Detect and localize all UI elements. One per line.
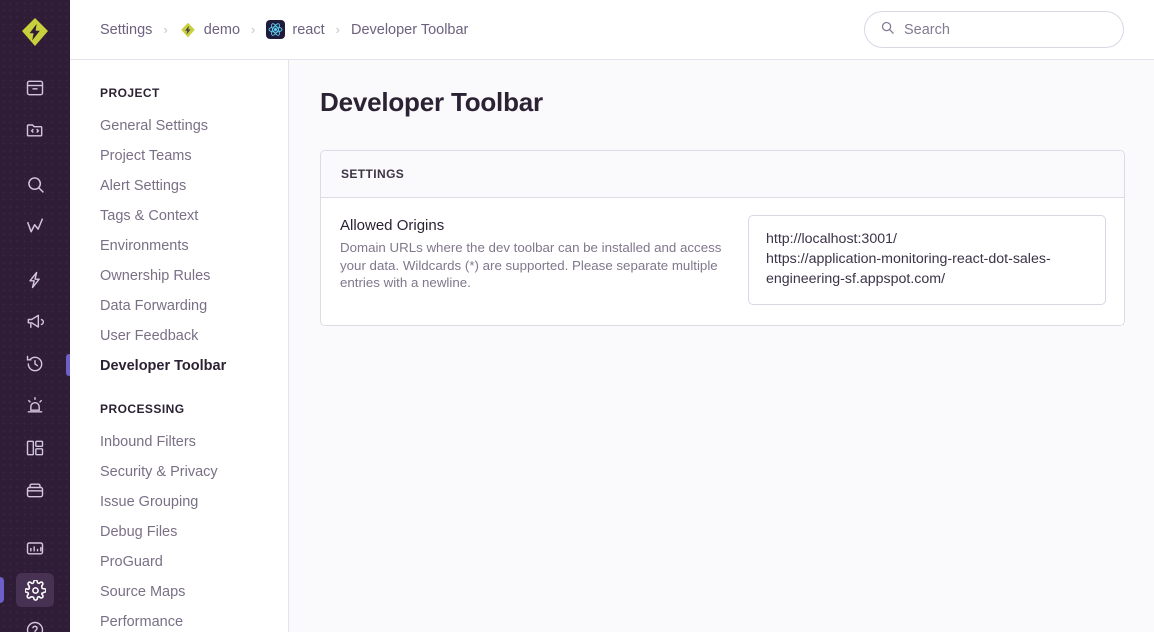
- dashboards-icon[interactable]: [16, 431, 54, 465]
- sidebar-item-environments[interactable]: Environments: [100, 231, 288, 261]
- user-feedback-megaphone-icon[interactable]: [16, 305, 54, 339]
- sidebar-item-user-feedback[interactable]: User Feedback: [100, 321, 288, 351]
- panel-header: SETTINGS: [321, 151, 1124, 198]
- top-header: Settings › demo ›: [70, 0, 1154, 60]
- search-icon: [880, 20, 895, 40]
- nav-section-project: PROJECT General Settings Project Teams A…: [100, 86, 288, 381]
- sidebar-item-security-privacy[interactable]: Security & Privacy: [100, 457, 288, 487]
- nav-section-processing: PROCESSING Inbound Filters Security & Pr…: [100, 402, 288, 632]
- settings-sidebar: PROJECT General Settings Project Teams A…: [70, 60, 289, 632]
- breadcrumb-item-project[interactable]: react: [266, 20, 324, 39]
- rail-group-primary: [16, 68, 54, 610]
- primary-nav-rail: [0, 0, 70, 632]
- search-input[interactable]: Search: [864, 11, 1124, 48]
- breadcrumb-separator: ›: [336, 22, 340, 37]
- sidebar-item-ownership-rules[interactable]: Ownership Rules: [100, 261, 288, 291]
- nav-section-heading: PROCESSING: [100, 402, 288, 416]
- search-placeholder: Search: [904, 22, 950, 38]
- nav-section-heading: PROJECT: [100, 86, 288, 100]
- sentry-org-icon: [179, 21, 197, 39]
- breadcrumb-label: react: [292, 22, 324, 38]
- sentry-logo[interactable]: [18, 16, 52, 48]
- react-project-icon: [266, 20, 285, 39]
- allowed-origins-help-text: Domain URLs where the dev toolbar can be…: [340, 239, 730, 292]
- sidebar-item-proguard[interactable]: ProGuard: [100, 547, 288, 577]
- breadcrumb-label: demo: [204, 22, 240, 38]
- breadcrumb-item-current: Developer Toolbar: [351, 22, 468, 38]
- breadcrumb: Settings › demo ›: [100, 20, 864, 39]
- sidebar-item-source-maps[interactable]: Source Maps: [100, 577, 288, 607]
- settings-content: Developer Toolbar SETTINGS Allowed Origi…: [289, 60, 1154, 632]
- allowed-origins-value-line: http://localhost:3001/: [766, 229, 1089, 249]
- insights-bolt-icon[interactable]: [16, 263, 54, 297]
- stats-bar-icon[interactable]: [16, 531, 54, 565]
- breadcrumb-item-org[interactable]: demo: [179, 21, 240, 39]
- content-body: PROJECT General Settings Project Teams A…: [70, 60, 1154, 632]
- main-region: Settings › demo ›: [70, 0, 1154, 632]
- alerts-siren-icon[interactable]: [16, 389, 54, 423]
- app-root: Settings › demo ›: [0, 0, 1154, 632]
- allowed-origins-field-row: Allowed Origins Domain URLs where the de…: [321, 198, 1124, 325]
- performance-icon[interactable]: [16, 209, 54, 243]
- breadcrumb-separator: ›: [163, 22, 167, 37]
- breadcrumb-item-settings[interactable]: Settings: [100, 22, 152, 38]
- field-input-column: http://localhost:3001/ https://applicati…: [748, 215, 1106, 305]
- settings-panel: SETTINGS Allowed Origins Domain URLs whe…: [320, 150, 1125, 326]
- sidebar-item-alert-settings[interactable]: Alert Settings: [100, 171, 288, 201]
- replays-history-icon[interactable]: [16, 347, 54, 381]
- breadcrumb-label: Settings: [100, 22, 152, 38]
- page-title: Developer Toolbar: [320, 87, 1124, 118]
- sidebar-item-data-forwarding[interactable]: Data Forwarding: [100, 291, 288, 321]
- discover-search-icon[interactable]: [16, 167, 54, 201]
- field-label-column: Allowed Origins Domain URLs where the de…: [340, 215, 730, 292]
- sidebar-item-debug-files[interactable]: Debug Files: [100, 517, 288, 547]
- breadcrumb-label: Developer Toolbar: [351, 22, 468, 38]
- allowed-origins-textarea[interactable]: http://localhost:3001/ https://applicati…: [748, 215, 1106, 305]
- issues-icon[interactable]: [16, 71, 54, 105]
- allowed-origins-label: Allowed Origins: [340, 217, 730, 234]
- projects-icon[interactable]: [16, 113, 54, 147]
- sidebar-item-tags-context[interactable]: Tags & Context: [100, 201, 288, 231]
- sidebar-item-developer-toolbar[interactable]: Developer Toolbar: [100, 351, 288, 381]
- allowed-origins-value-line: https://application-monitoring-react-dot…: [766, 249, 1089, 289]
- sidebar-item-performance[interactable]: Performance: [100, 607, 288, 632]
- sidebar-item-inbound-filters[interactable]: Inbound Filters: [100, 427, 288, 457]
- breadcrumb-separator: ›: [251, 22, 255, 37]
- sidebar-item-project-teams[interactable]: Project Teams: [100, 141, 288, 171]
- settings-gear-icon[interactable]: [16, 573, 54, 607]
- sidebar-item-issue-grouping[interactable]: Issue Grouping: [100, 487, 288, 517]
- releases-icon[interactable]: [16, 473, 54, 507]
- sidebar-item-general-settings[interactable]: General Settings: [100, 111, 288, 141]
- help-question-icon[interactable]: [16, 613, 54, 632]
- rail-group-bottom: [16, 610, 54, 632]
